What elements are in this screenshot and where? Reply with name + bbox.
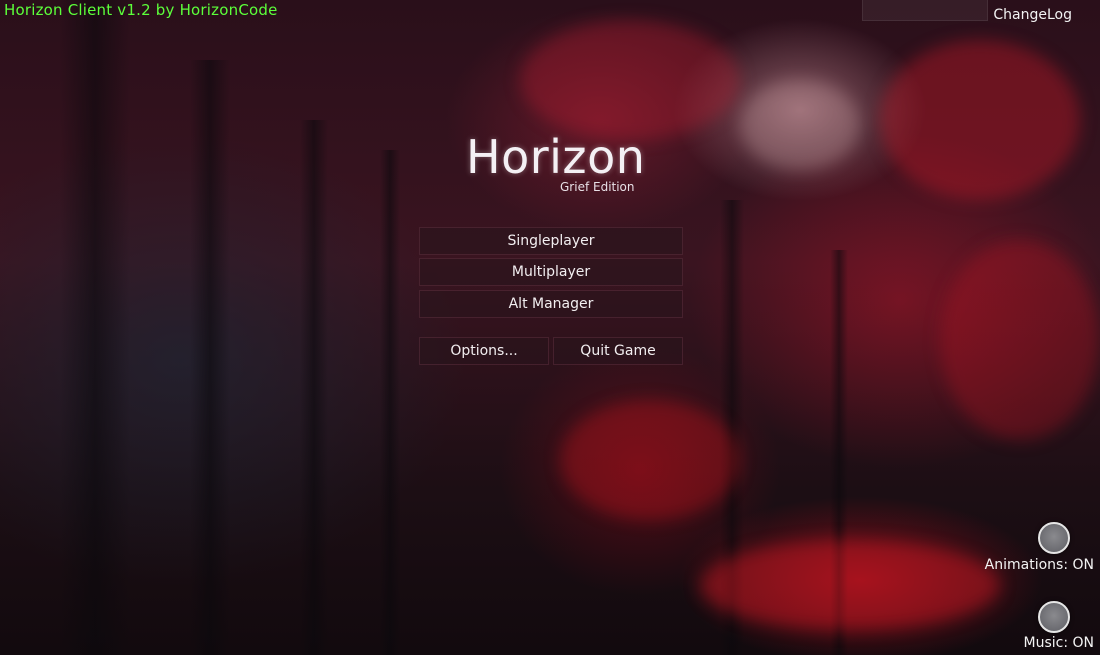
singleplayer-button[interactable]: Singleplayer <box>419 227 683 255</box>
animations-toggle-icon[interactable] <box>1038 522 1070 554</box>
animations-toggle[interactable]: Animations: ON <box>974 522 1094 576</box>
logo-subtitle: Grief Edition <box>560 180 635 194</box>
quit-game-button[interactable]: Quit Game <box>553 337 683 365</box>
changelog-button[interactable]: ChangeLog <box>993 7 1072 23</box>
top-overlay-tab <box>862 0 988 21</box>
music-toggle-label: Music: ON <box>1023 635 1095 651</box>
client-version-label: Horizon Client v1.2 by HorizonCode <box>4 1 278 19</box>
logo-title: Horizon <box>466 130 646 184</box>
alt-manager-button[interactable]: Alt Manager <box>419 290 683 318</box>
music-toggle[interactable]: Music: ON <box>994 601 1094 653</box>
animations-toggle-label: Animations: ON <box>984 557 1094 573</box>
options-button[interactable]: Options... <box>419 337 549 365</box>
multiplayer-button[interactable]: Multiplayer <box>419 258 683 286</box>
main-menu-screen: Horizon Client v1.2 by HorizonCode Chang… <box>0 0 1100 655</box>
music-toggle-icon[interactable] <box>1038 601 1070 633</box>
